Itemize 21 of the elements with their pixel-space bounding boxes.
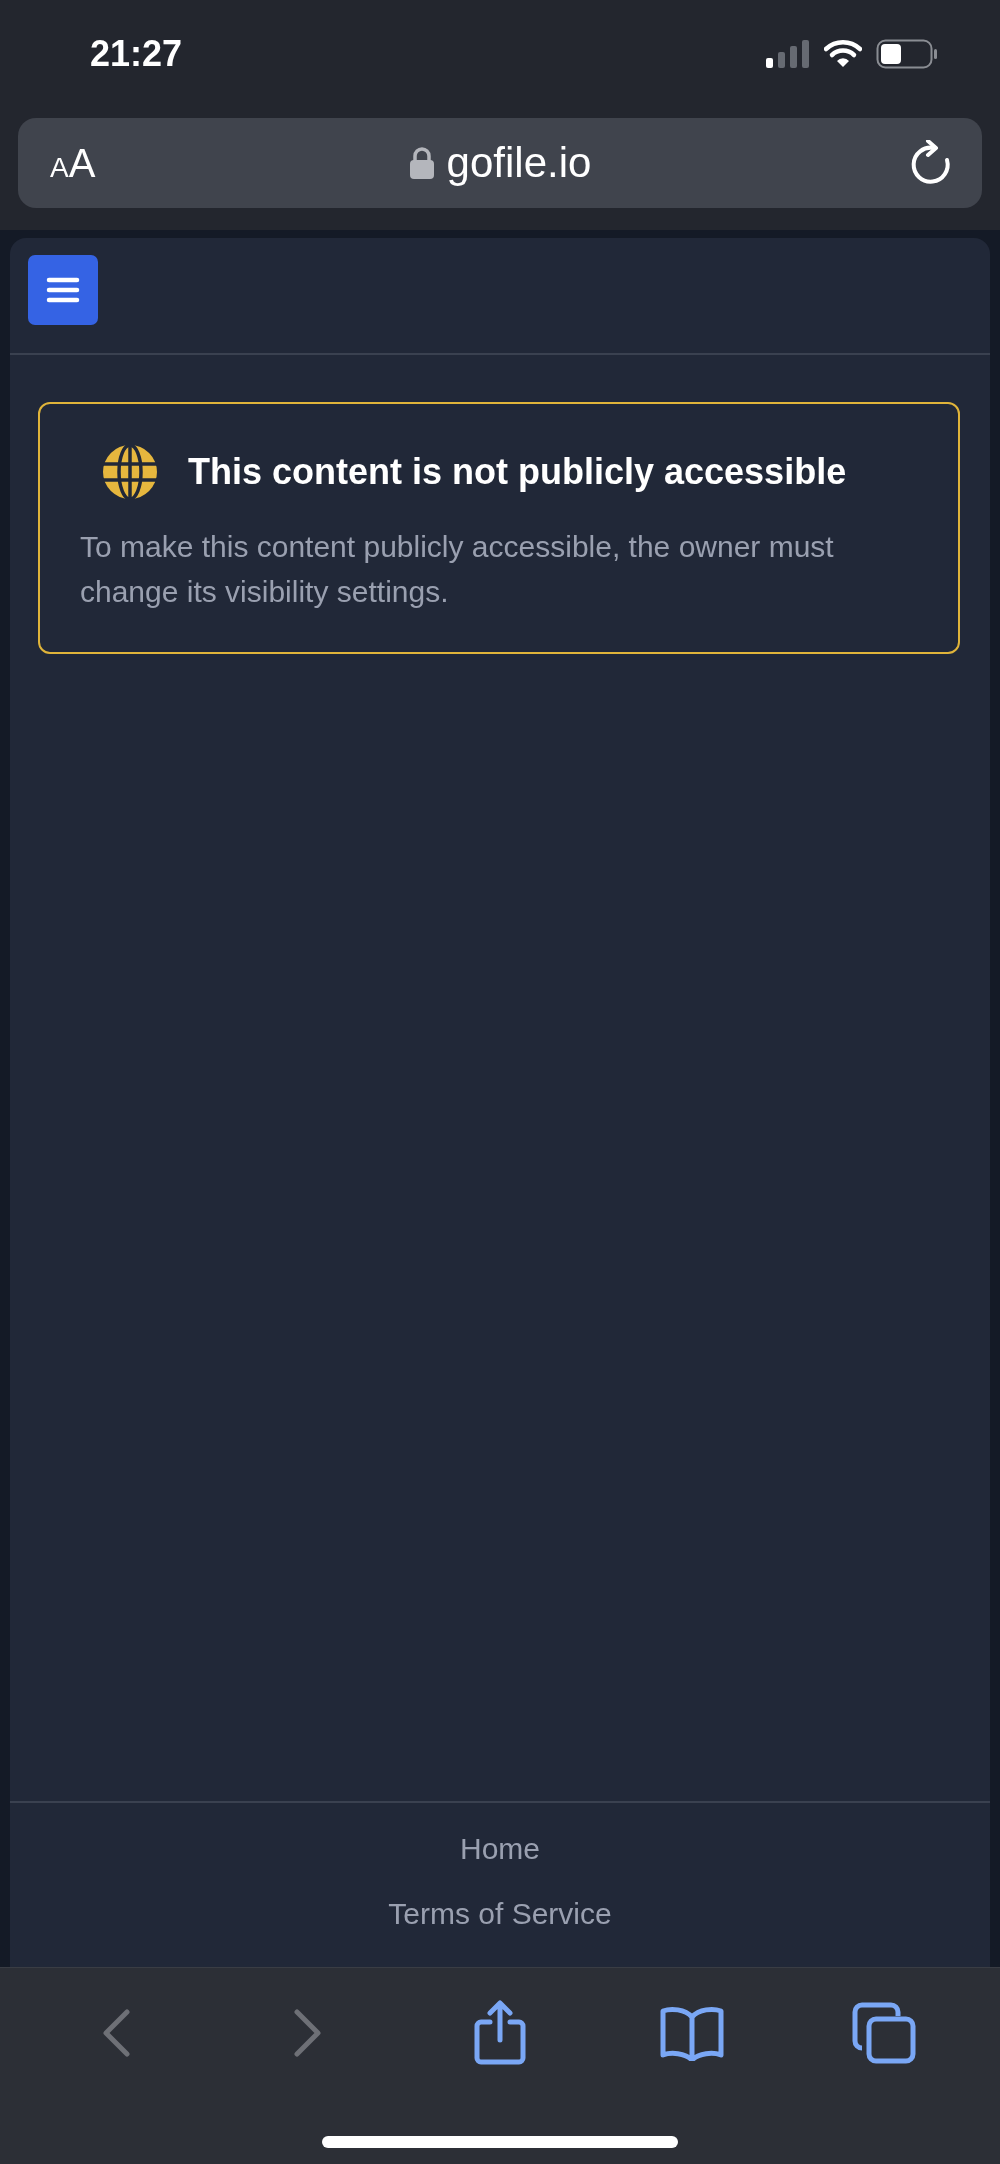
address-bar[interactable]: AA gofile.io: [18, 118, 982, 208]
globe-icon: [102, 444, 158, 500]
footer-link[interactable]: Terms of Service: [388, 1881, 612, 1946]
signal-icon: [766, 40, 810, 68]
reload-button[interactable]: [910, 140, 952, 186]
share-icon: [473, 2000, 527, 2066]
notice-message: To make this content publicly accessible, the owner must change its visibility settings.: [80, 529, 835, 610]
tabs-icon: [852, 2002, 916, 2064]
book-icon: [659, 2005, 725, 2061]
footer-link[interactable]: Home: [460, 1816, 540, 1881]
chevron-left-icon: [100, 2008, 132, 2058]
wifi-icon: [824, 40, 862, 68]
battery-icon: [876, 39, 938, 69]
reload-icon: [910, 140, 952, 186]
url-text: gofile.io: [446, 139, 592, 187]
chevron-right-icon: [292, 2008, 324, 2058]
clock-time: 21:27: [90, 33, 183, 75]
menu-button[interactable]: [28, 255, 98, 325]
menu-icon: [46, 277, 80, 303]
text-size-button[interactable]: AA: [50, 143, 96, 183]
notice-title: This content is not publicly accessible: [188, 451, 847, 493]
